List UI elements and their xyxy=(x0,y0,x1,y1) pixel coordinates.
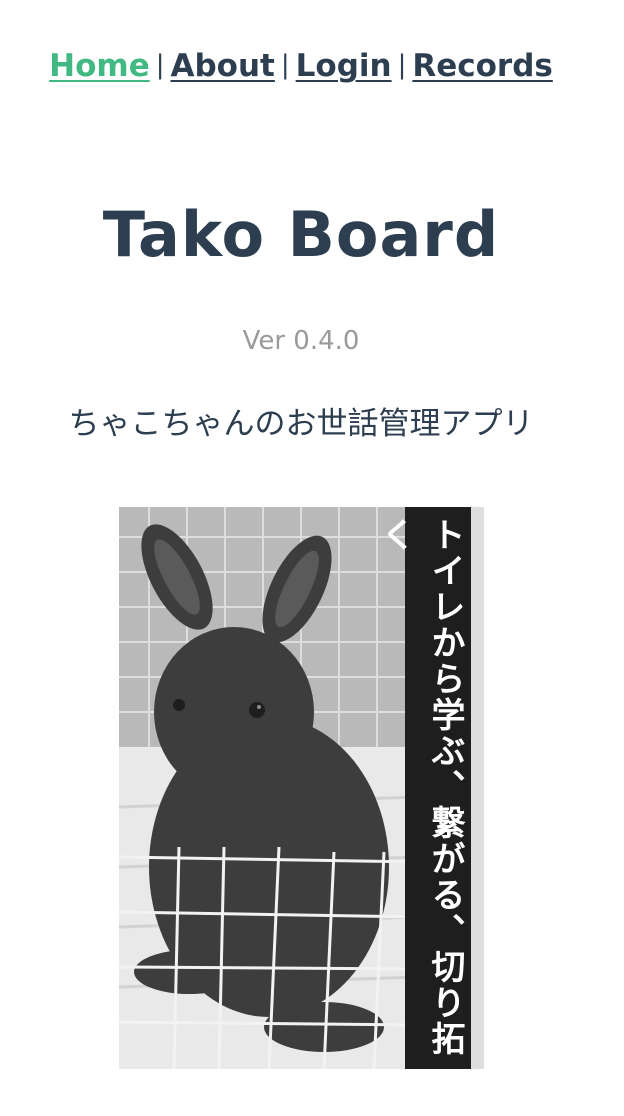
nav-link-login[interactable]: Login xyxy=(296,48,392,84)
page-title: Tako Board xyxy=(102,198,500,271)
rabbit-photo: トイレから学ぶ、繋がる、切り拓く xyxy=(119,507,484,1069)
nav-separator: | xyxy=(155,50,165,80)
version-label: Ver 0.4.0 xyxy=(242,326,360,356)
nav-link-records[interactable]: Records xyxy=(412,48,553,84)
nav-separator: | xyxy=(280,50,290,80)
app-subtitle: ちゃこちゃんのお世話管理アプリ xyxy=(68,406,534,442)
nav-link-about[interactable]: About xyxy=(171,48,275,84)
nav-separator: | xyxy=(397,50,407,80)
top-nav: Home | About | Login | Records xyxy=(0,48,602,84)
nav-link-home[interactable]: Home xyxy=(49,48,150,84)
photo-caption: トイレから学ぶ、繋がる、切り拓く xyxy=(375,517,465,1057)
